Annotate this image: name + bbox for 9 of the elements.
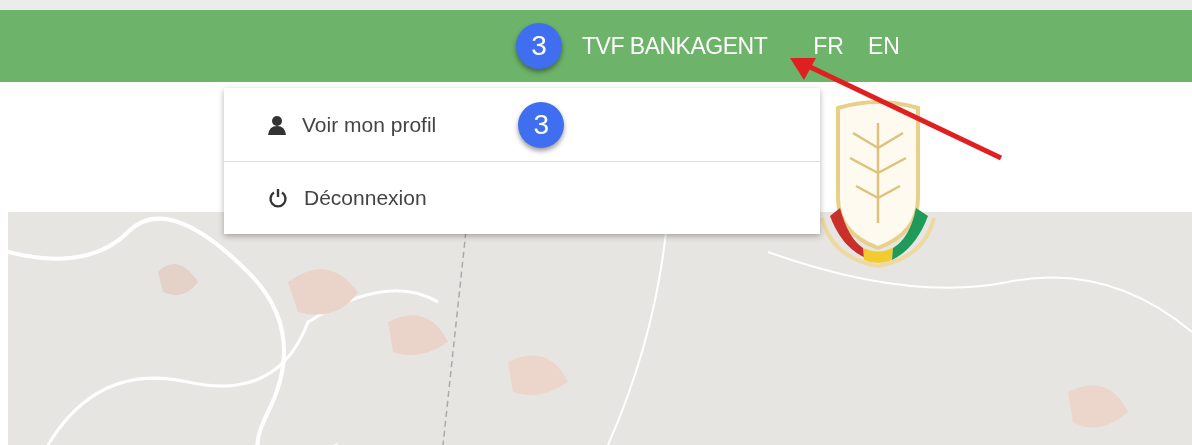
user-menu-link[interactable]: TVF BANKAGENT [582,32,768,60]
menu-item[interactable]: Voir mon profil 3 [224,88,820,161]
step-badge: 3 [516,23,562,69]
menu-item[interactable]: Déconnexion [224,161,820,234]
language-link[interactable]: FR [813,32,844,60]
power-icon [268,188,288,208]
user-icon [268,114,286,135]
language-link[interactable]: EN [867,32,900,60]
step-badge: 3 [518,101,565,148]
